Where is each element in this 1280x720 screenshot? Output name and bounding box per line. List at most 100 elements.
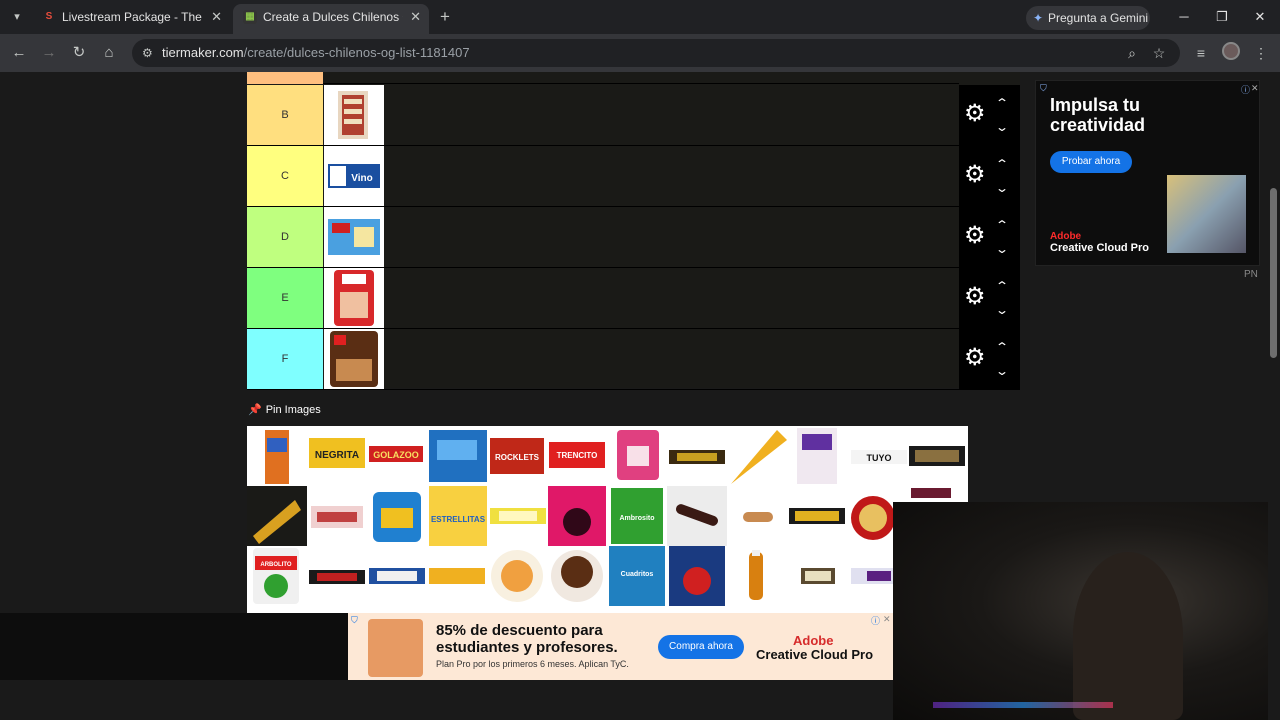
zoom-icon[interactable]: ⌕ bbox=[1121, 42, 1143, 64]
tab-livestream[interactable]: S Livestream Package - The Warr ✕ bbox=[32, 4, 230, 34]
ad-close-icon[interactable]: ✕ bbox=[883, 614, 891, 625]
scrollbar-thumb[interactable] bbox=[1270, 188, 1277, 358]
tier-label[interactable]: F bbox=[247, 329, 323, 389]
tab-search-icon[interactable]: ▾ bbox=[6, 6, 28, 28]
media-icon[interactable]: ≡ bbox=[1190, 42, 1212, 64]
pool-item[interactable]: Cuadritos bbox=[609, 546, 665, 606]
pool-item[interactable] bbox=[551, 550, 603, 602]
pool-item[interactable] bbox=[851, 568, 893, 584]
ad-cta-button[interactable]: Probar ahora bbox=[1050, 151, 1132, 173]
pool-item[interactable] bbox=[429, 430, 487, 482]
tier-item[interactable]: Vino bbox=[324, 146, 384, 206]
pin-images-toggle[interactable]: 📌 Pin Images bbox=[248, 403, 321, 416]
pool-item[interactable] bbox=[669, 450, 725, 464]
pool-item[interactable]: GOLAZOO bbox=[369, 446, 423, 462]
menu-icon[interactable]: ⋮ bbox=[1250, 42, 1272, 64]
pool-item[interactable] bbox=[373, 492, 421, 542]
pool-item[interactable] bbox=[749, 550, 763, 600]
pool-item[interactable] bbox=[548, 486, 606, 546]
pool-item[interactable]: TRENCITO bbox=[549, 442, 605, 468]
pool-item[interactable]: Ambrosito bbox=[611, 488, 663, 544]
pool-item[interactable] bbox=[491, 550, 543, 602]
gemini-button[interactable]: ✦ Pregunta a Gemini bbox=[1026, 6, 1150, 30]
pool-item[interactable] bbox=[797, 428, 837, 484]
minimize-icon[interactable]: ─ bbox=[1170, 6, 1198, 28]
candy-image bbox=[330, 331, 378, 387]
gear-icon[interactable]: ⚙ bbox=[964, 224, 986, 248]
pool-item[interactable] bbox=[617, 430, 659, 480]
forward-icon[interactable]: → bbox=[38, 42, 60, 64]
chevron-down-icon[interactable]: ⌄ bbox=[995, 365, 1009, 377]
new-tab-icon[interactable]: + bbox=[434, 6, 456, 28]
back-icon[interactable]: ← bbox=[8, 42, 30, 64]
tab-tiermaker[interactable]: ▦ Create a Dulces Chilenos OG LIS ✕ bbox=[233, 4, 429, 34]
chevron-up-icon[interactable]: ⌃ bbox=[995, 341, 1009, 353]
chevron-down-icon[interactable]: ⌄ bbox=[995, 243, 1009, 255]
ad-info-icon[interactable]: ⓘ bbox=[871, 614, 880, 627]
pool-item[interactable] bbox=[490, 508, 546, 524]
reload-icon[interactable]: ↻ bbox=[68, 42, 90, 64]
ad-banner-right[interactable]: ⛉ ⓘ ✕ Impulsa tu creatividad Probar ahor… bbox=[1035, 80, 1260, 266]
pool-item[interactable] bbox=[311, 506, 363, 528]
gear-icon[interactable]: ⚙ bbox=[964, 346, 986, 370]
close-window-icon[interactable]: ✕ bbox=[1246, 6, 1274, 28]
ad-info-icon[interactable]: ⓘ bbox=[1241, 83, 1250, 96]
pool-item[interactable]: TUYO bbox=[851, 450, 907, 464]
ad-cta-button[interactable]: Compra ahora bbox=[658, 635, 744, 659]
chevron-up-icon[interactable]: ⌃ bbox=[995, 280, 1009, 292]
pool-item[interactable] bbox=[851, 496, 895, 540]
pool-item[interactable] bbox=[309, 570, 365, 584]
gear-icon[interactable]: ⚙ bbox=[964, 285, 986, 309]
site-info-icon[interactable]: ⚙ bbox=[142, 39, 153, 67]
ad-footer-label: PN bbox=[1244, 269, 1258, 280]
webcam-overlay bbox=[893, 502, 1280, 720]
pool-item[interactable] bbox=[265, 430, 289, 484]
gear-icon[interactable]: ⚙ bbox=[964, 163, 986, 187]
home-icon[interactable]: ⌂ bbox=[98, 42, 120, 64]
chevron-down-icon[interactable]: ⌄ bbox=[995, 121, 1009, 133]
pool-item[interactable] bbox=[909, 446, 965, 466]
tier-label[interactable]: D bbox=[247, 207, 323, 267]
chevron-up-icon[interactable]: ⌃ bbox=[995, 219, 1009, 231]
close-tab-icon[interactable]: ✕ bbox=[211, 4, 222, 30]
pool-item[interactable] bbox=[669, 546, 725, 606]
profile-avatar[interactable] bbox=[1222, 42, 1240, 60]
pool-item[interactable] bbox=[667, 486, 727, 546]
tier-label[interactable]: B bbox=[247, 85, 323, 145]
tier-controls: ⚙ ⌃ ⌄ bbox=[959, 329, 1020, 389]
pool-item[interactable] bbox=[369, 568, 425, 584]
tier-item[interactable] bbox=[324, 85, 384, 145]
pool-item[interactable] bbox=[429, 568, 485, 584]
ad-close-icon[interactable]: ✕ bbox=[1251, 83, 1259, 94]
close-tab-icon[interactable]: ✕ bbox=[410, 4, 421, 30]
pool-item[interactable] bbox=[731, 430, 787, 484]
chevron-down-icon[interactable]: ⌄ bbox=[995, 304, 1009, 316]
maximize-icon[interactable]: ❐ bbox=[1208, 6, 1236, 28]
gear-icon[interactable]: ⚙ bbox=[964, 102, 986, 126]
address-bar[interactable]: ⚙ tiermaker.com/create/dulces-chilenos-o… bbox=[132, 39, 1180, 67]
tier-item[interactable] bbox=[324, 207, 384, 267]
pool-item[interactable] bbox=[801, 568, 835, 584]
chevron-down-icon[interactable]: ⌄ bbox=[995, 182, 1009, 194]
ad-banner-bottom[interactable]: ⛉ ⓘ ✕ 85% de descuento para estudiantes … bbox=[348, 613, 893, 680]
pool-item[interactable]: ESTRELLITAS bbox=[429, 486, 487, 546]
pool-item[interactable]: ARBOLITO bbox=[253, 548, 299, 604]
tier-item[interactable] bbox=[324, 329, 384, 389]
tier-label[interactable]: C bbox=[247, 146, 323, 206]
pool-item[interactable]: NEGRITA bbox=[309, 438, 365, 468]
pool-item[interactable] bbox=[743, 512, 773, 522]
pool-item[interactable] bbox=[789, 508, 845, 524]
image-pool-items: NEGRITA GOLAZOO ROCKLETS TRENCITO TUYO E… bbox=[247, 428, 965, 606]
pool-item[interactable] bbox=[911, 488, 951, 498]
scrollbar-track[interactable] bbox=[1268, 72, 1280, 720]
chevron-up-icon[interactable]: ⌃ bbox=[995, 97, 1009, 109]
pool-item[interactable]: ROCKLETS bbox=[490, 438, 544, 474]
tier-label[interactable]: E bbox=[247, 268, 323, 328]
chevron-up-icon[interactable]: ⌃ bbox=[995, 158, 1009, 170]
ad-shield-icon: ⛉ bbox=[1040, 83, 1047, 93]
item-text: ROCKLETS bbox=[495, 453, 540, 462]
bookmark-star-icon[interactable]: ☆ bbox=[1148, 42, 1170, 64]
tier-item[interactable] bbox=[324, 268, 384, 328]
tier-row-b: B ⚙ ⌃ ⌄ bbox=[247, 85, 1020, 146]
browser-toolbar: ← → ↻ ⌂ ⚙ tiermaker.com/create/dulces-ch… bbox=[0, 34, 1280, 72]
